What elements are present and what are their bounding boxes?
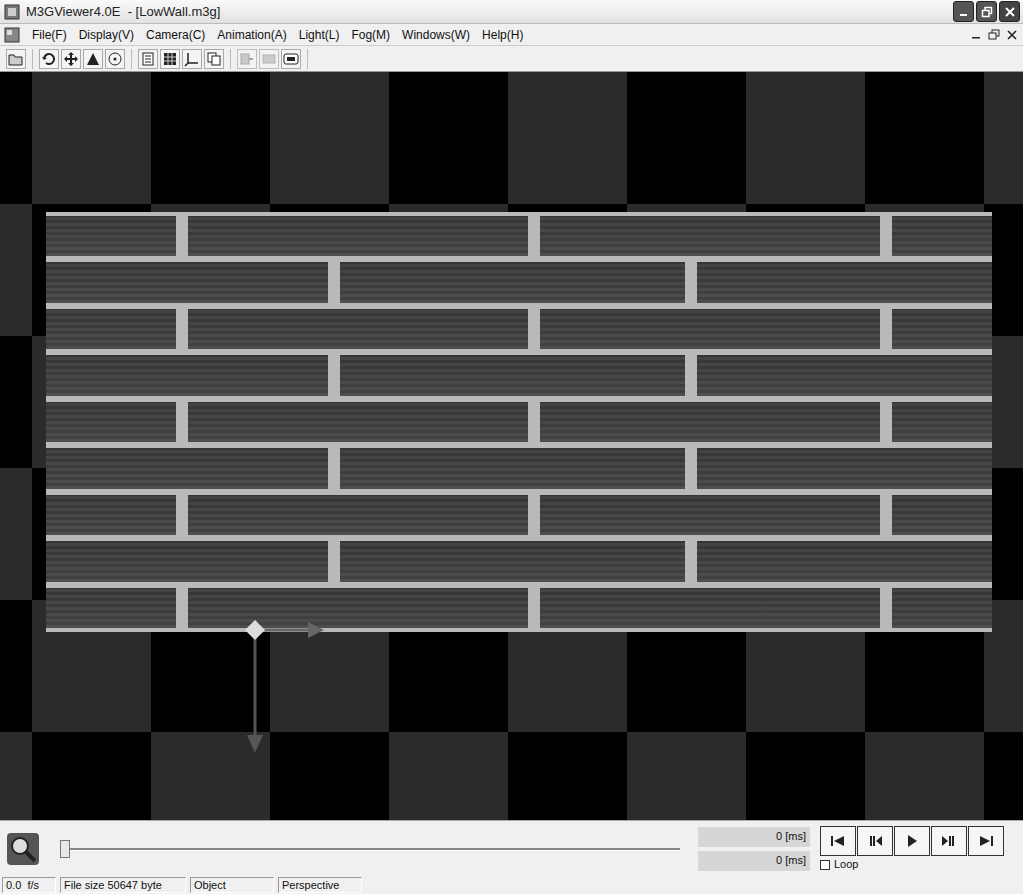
gradient-icon — [261, 51, 277, 67]
move-button[interactable] — [61, 49, 81, 69]
prev-icon — [866, 834, 884, 848]
grid-icon — [162, 51, 178, 67]
status-field: Object — [190, 877, 274, 893]
menu-item[interactable]: Display(V) — [73, 28, 140, 42]
menu-bar: File(F)Display(V)Camera(C)Animation(A)Li… — [0, 24, 1023, 46]
screen-icon — [283, 51, 299, 67]
minimize-button[interactable] — [953, 1, 974, 22]
axis-icon — [184, 51, 200, 67]
magnifier-icon[interactable] — [6, 832, 40, 866]
axis-gizmo-icon[interactable] — [240, 615, 340, 765]
mdi-restore-icon[interactable] — [987, 28, 1001, 42]
animation-panel: 0 [ms] 0 [ms] Loop — [0, 820, 1023, 876]
grid-button[interactable] — [160, 49, 180, 69]
menu-item[interactable]: Fog(M) — [345, 28, 396, 42]
slider-thumb[interactable] — [60, 840, 70, 858]
last-button[interactable] — [968, 826, 1004, 856]
target-icon — [107, 51, 123, 67]
prev-button[interactable] — [857, 826, 893, 856]
move-icon — [63, 51, 79, 67]
page-button[interactable] — [138, 49, 158, 69]
zoom-button[interactable] — [83, 49, 103, 69]
play-button[interactable] — [894, 826, 930, 856]
play-icon — [903, 834, 921, 848]
open-button[interactable] — [6, 49, 26, 69]
close-icon — [1004, 6, 1016, 18]
menu-item[interactable]: File(F) — [26, 28, 73, 42]
target-button[interactable] — [105, 49, 125, 69]
menu-item[interactable]: Camera(C) — [140, 28, 211, 42]
copy-button[interactable] — [204, 49, 224, 69]
status-field: Perspective — [278, 877, 362, 893]
time-reading: 0 [ms] — [698, 827, 810, 847]
loop-checkbox[interactable]: Loop — [820, 858, 1004, 871]
next-button[interactable] — [931, 826, 967, 856]
toolbar — [0, 46, 1023, 72]
menu-item[interactable]: Windows(W) — [396, 28, 476, 42]
timeline-slider[interactable] — [60, 839, 680, 859]
document-icon[interactable] — [4, 27, 20, 43]
restore-icon — [981, 6, 993, 18]
restore-button[interactable] — [976, 1, 997, 22]
copy-icon — [206, 51, 222, 67]
status-field: File size 50647 byte — [60, 877, 186, 893]
mdi-close-icon[interactable] — [1005, 28, 1019, 42]
title-bar: M3GViewer4.0E - [LowWall.m3g] — [0, 0, 1023, 24]
first-button[interactable] — [820, 826, 856, 856]
last-icon — [977, 834, 995, 848]
close-button[interactable] — [999, 1, 1020, 22]
3d-viewport[interactable] — [0, 72, 1023, 820]
minimize-icon — [958, 6, 970, 18]
status-field: 0.0 f/s — [2, 877, 56, 893]
page-icon — [140, 51, 156, 67]
export-button[interactable] — [237, 49, 257, 69]
rotate-button[interactable] — [39, 49, 59, 69]
mountain-icon — [85, 51, 101, 67]
first-icon — [829, 834, 847, 848]
brick-wall — [46, 212, 992, 632]
app-icon — [4, 4, 20, 20]
menu-item[interactable]: Help(H) — [476, 28, 529, 42]
mdi-minimize-icon[interactable] — [969, 28, 983, 42]
axis-button[interactable] — [182, 49, 202, 69]
app-window: M3GViewer4.0E - [LowWall.m3g] File(F)Dis… — [0, 0, 1023, 894]
rotate-icon — [41, 51, 57, 67]
export-icon — [239, 51, 255, 67]
next-icon — [940, 834, 958, 848]
screen-button[interactable] — [281, 49, 301, 69]
status-bar: 0.0 f/sFile size 50647 byteObjectPerspec… — [0, 876, 1023, 894]
background-button[interactable] — [259, 49, 279, 69]
menu-item[interactable]: Animation(A) — [211, 28, 292, 42]
folder-icon — [8, 51, 24, 67]
time-reading: 0 [ms] — [698, 851, 810, 871]
window-title: M3GViewer4.0E - [LowWall.m3g] — [26, 4, 220, 19]
menu-item[interactable]: Light(L) — [293, 28, 346, 42]
